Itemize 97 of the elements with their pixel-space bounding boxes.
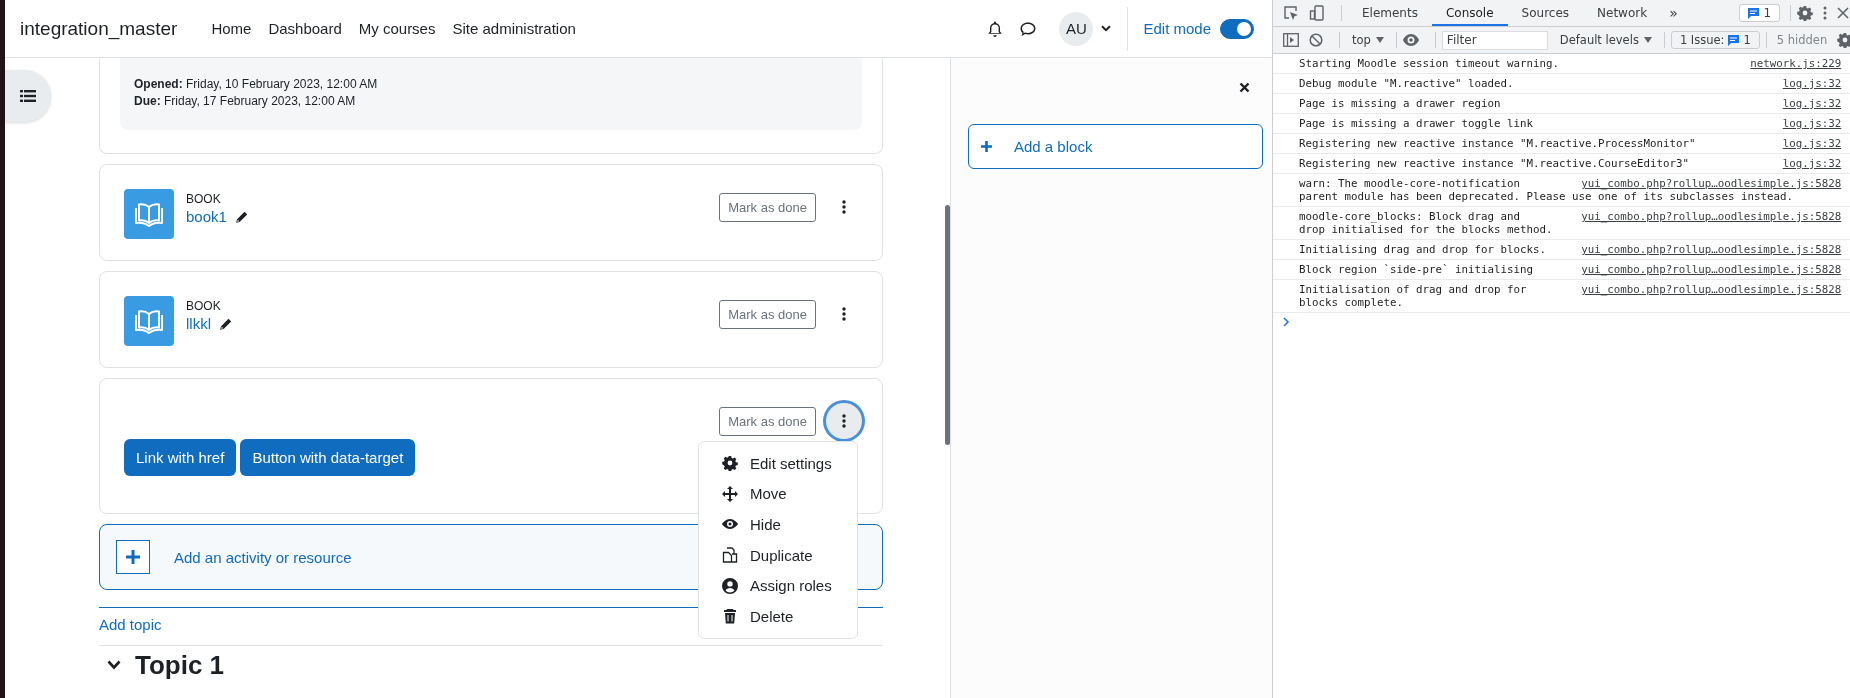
- kebab-icon: [842, 414, 846, 428]
- add-block-button[interactable]: Add a block: [968, 124, 1263, 169]
- console-message: moodle-core_blocks: Block drag and: [1299, 210, 1520, 223]
- source-link[interactable]: log.js:32: [1782, 77, 1842, 90]
- collapse-icon[interactable]: [107, 660, 121, 670]
- console-message: Initialising drag and drop for blocks.: [1299, 243, 1546, 256]
- source-link[interactable]: yui_combo.php?rollup…oodlesimple.js:5828: [1581, 210, 1842, 223]
- nav-link[interactable]: My courses: [358, 20, 436, 37]
- kebab-icon: [842, 307, 846, 321]
- mark-as-done-button[interactable]: Mark as done: [719, 299, 816, 329]
- close-icon[interactable]: [1239, 82, 1250, 93]
- move-arrows-icon: [722, 485, 738, 502]
- console-message: Registering new reactive instance "M.reactive.CourseEditor3": [1299, 157, 1690, 170]
- console-message: Page is missing a drawer region: [1299, 97, 1501, 110]
- duplicate-icon: [722, 547, 738, 564]
- issues-button[interactable]: 1 Issue: 1: [1670, 31, 1760, 49]
- source-link[interactable]: yui_combo.php?rollup…oodlesimple.js:5828: [1581, 283, 1842, 296]
- pencil-icon[interactable]: [234, 210, 248, 224]
- nav-link[interactable]: Home: [211, 20, 252, 37]
- source-link[interactable]: network.js:229: [1750, 57, 1842, 70]
- console-message: blocks complete.: [1299, 296, 1403, 309]
- more-options-icon[interactable]: [1823, 6, 1828, 20]
- list-icon: [20, 89, 36, 103]
- more-tabs-button[interactable]: »: [1661, 5, 1686, 21]
- console-message: parent module has been deprecated. Please use one of its subclasses instead.: [1299, 190, 1794, 203]
- sidebar-toggle-icon[interactable]: [1283, 33, 1299, 47]
- edit-mode-label: Edit mode: [1143, 20, 1211, 37]
- activity-link[interactable]: book1: [186, 207, 227, 227]
- clear-console-icon[interactable]: [1309, 33, 1323, 47]
- menu-item[interactable]: Edit settings: [699, 448, 857, 479]
- source-link[interactable]: yui_combo.php?rollup…oodlesimple.js:5828: [1581, 177, 1842, 190]
- add-topic-link[interactable]: Add topic: [99, 608, 162, 645]
- source-link[interactable]: log.js:32: [1782, 97, 1842, 110]
- source-link[interactable]: yui_combo.php?rollup…oodlesimple.js:5828: [1581, 243, 1842, 256]
- kebab-icon: [842, 200, 846, 214]
- nav-link[interactable]: Site administration: [452, 20, 576, 37]
- filter-field[interactable]: Filter: [1441, 30, 1548, 50]
- actions-menu-button[interactable]: [826, 403, 862, 439]
- devtools-tab[interactable]: Elements: [1348, 0, 1432, 26]
- prompt-chevron-icon[interactable]: [1283, 317, 1290, 327]
- activity-type: BOOK: [186, 191, 222, 207]
- date-line: Due: Friday, 17 February 2023, 12:00 AM: [134, 93, 357, 110]
- source-link[interactable]: log.js:32: [1782, 137, 1842, 150]
- console-message: Page is missing a drawer toggle link: [1299, 117, 1533, 130]
- hidden-count: 5 hidden: [1776, 33, 1828, 47]
- plus-icon: [116, 540, 150, 574]
- message-icon: [1728, 34, 1740, 46]
- settings-icon[interactable]: [1797, 5, 1814, 21]
- caret-icon: [1643, 37, 1652, 43]
- console-message: Debug module "M.reactive" loaded.: [1299, 77, 1514, 90]
- bell-icon[interactable]: [987, 19, 1004, 38]
- console-message: warn: The moodle-core-notification: [1299, 177, 1520, 190]
- caret-icon: [1375, 37, 1384, 43]
- source-link[interactable]: log.js:32: [1782, 157, 1842, 170]
- date-line: Opened: Friday, 10 February 2023, 12:00 AM: [134, 76, 379, 93]
- caret-icon[interactable]: [1101, 25, 1112, 32]
- primary-button[interactable]: Button with data-target: [240, 439, 416, 476]
- console-message: Registering new reactive instance "M.reactive.ProcessMonitor": [1299, 137, 1696, 150]
- menu-item[interactable]: Delete: [699, 600, 857, 632]
- messages-badge[interactable]: 1: [1738, 4, 1781, 22]
- chat-icon[interactable]: [1019, 20, 1038, 37]
- levels-dropdown[interactable]: Default levels: [1553, 33, 1658, 47]
- mark-as-done-button[interactable]: Mark as done: [719, 192, 816, 222]
- eye-icon[interactable]: [1402, 34, 1419, 46]
- trash-icon: [722, 608, 738, 625]
- book-icon: [124, 189, 174, 239]
- course-index-button[interactable]: [5, 70, 51, 122]
- devtools-tab[interactable]: Sources: [1507, 0, 1584, 26]
- plus-icon: [981, 141, 992, 152]
- site-name[interactable]: integration_master: [20, 17, 178, 40]
- primary-button[interactable]: Link with href: [124, 439, 237, 476]
- message-icon: [1747, 7, 1759, 19]
- add-activity-label[interactable]: Add an activity or resource: [174, 548, 352, 566]
- console-message: Initialisation of drag and drop for: [1299, 283, 1527, 296]
- source-link[interactable]: yui_combo.php?rollup…oodlesimple.js:5828: [1581, 263, 1842, 276]
- console-message: Starting Moodle session timeout warning.: [1299, 57, 1559, 70]
- activity-link[interactable]: llkkl: [186, 314, 211, 334]
- activity-type: BOOK: [186, 298, 222, 314]
- device-icon[interactable]: [1309, 5, 1325, 21]
- devtools-tab[interactable]: Network: [1583, 0, 1662, 26]
- console-message: drop initialised for the blocks method.: [1299, 223, 1553, 236]
- user-avatar[interactable]: AU: [1059, 11, 1094, 46]
- scrollbar[interactable]: [945, 205, 950, 445]
- section-title: Topic 1: [135, 650, 225, 680]
- menu-item[interactable]: Duplicate: [699, 539, 857, 571]
- edit-mode-switch[interactable]: [1220, 18, 1254, 39]
- book-icon: [124, 296, 174, 346]
- menu-item[interactable]: Move: [699, 478, 857, 510]
- gear-icon: [722, 455, 738, 472]
- console-message: Block region `side-pre` initialising: [1299, 263, 1533, 276]
- source-link[interactable]: log.js:32: [1782, 117, 1842, 130]
- mark-as-done-button[interactable]: Mark as done: [719, 406, 816, 436]
- context-dropdown[interactable]: top: [1346, 33, 1390, 47]
- settings-icon[interactable]: [1837, 32, 1850, 48]
- pencil-icon[interactable]: [219, 317, 232, 331]
- nav-link[interactable]: Dashboard: [268, 20, 342, 37]
- inspect-icon[interactable]: [1283, 5, 1299, 21]
